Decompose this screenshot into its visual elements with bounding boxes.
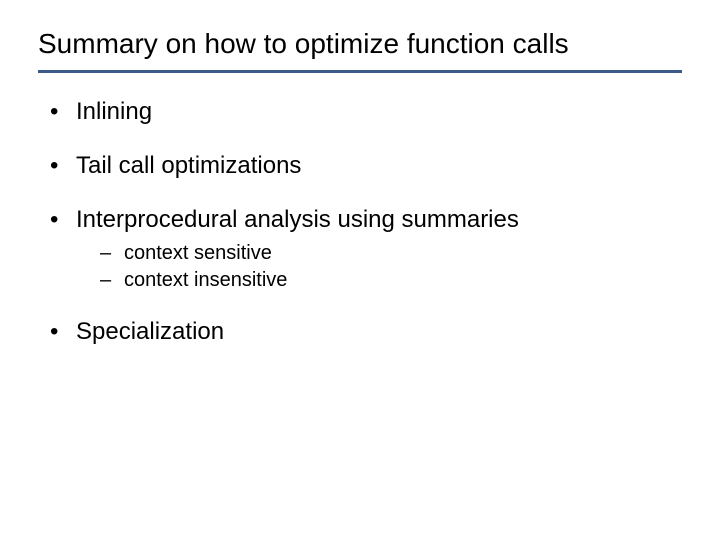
slide-title: Summary on how to optimize function call… [38, 28, 682, 73]
list-item: context sensitive [104, 241, 682, 266]
bullet-text: Inlining [76, 98, 152, 125]
list-item: Specialization [56, 317, 682, 347]
bullet-text: context insensitive [124, 269, 287, 291]
list-item: Interprocedural analysis using summaries… [56, 205, 682, 293]
bullet-text: Interprocedural analysis using summaries [76, 206, 519, 233]
list-item: Tail call optimizations [56, 151, 682, 181]
slide-content: Inlining Tail call optimizations Interpr… [38, 73, 682, 347]
list-item: context insensitive [104, 268, 682, 293]
list-item: Inlining [56, 97, 682, 127]
sub-bullet-list: context sensitive context insensitive [76, 241, 682, 293]
bullet-text: Tail call optimizations [76, 152, 301, 179]
bullet-list: Inlining Tail call optimizations Interpr… [38, 97, 682, 347]
bullet-text: Specialization [76, 318, 224, 345]
slide: Summary on how to optimize function call… [0, 0, 720, 540]
bullet-text: context sensitive [124, 242, 272, 264]
